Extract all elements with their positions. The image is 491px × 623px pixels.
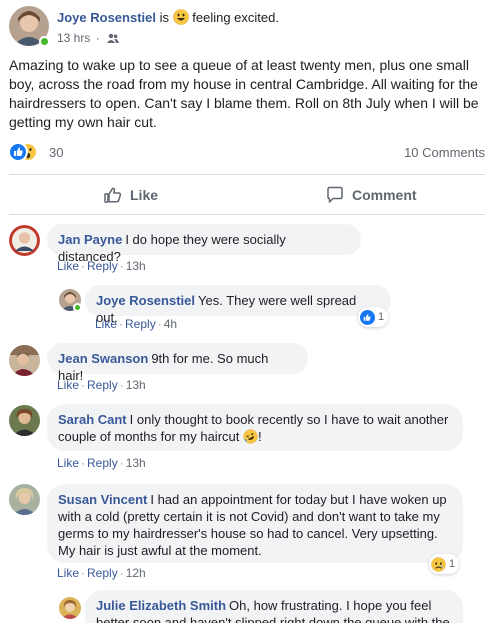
- commenter-avatar[interactable]: [9, 484, 40, 515]
- commenter-avatar[interactable]: [9, 225, 40, 256]
- online-status-dot: [73, 303, 82, 312]
- comment-reply-link[interactable]: Reply: [87, 378, 118, 392]
- post-time[interactable]: 13 hrs: [57, 31, 90, 45]
- sad-reaction-icon: [431, 556, 446, 572]
- comment-reaction-badge[interactable]: 1: [429, 554, 460, 574]
- comment-actions: Like · Reply · 13h: [57, 456, 146, 470]
- comment-button[interactable]: Comment: [325, 180, 417, 210]
- comment-reply-link[interactable]: Reply: [87, 566, 118, 580]
- thumbs-up-icon: [104, 187, 122, 203]
- comment-reply-link[interactable]: Reply: [87, 456, 118, 470]
- comment-like-link[interactable]: Like: [95, 317, 117, 331]
- divider-bottom: [9, 214, 485, 215]
- online-status-dot: [39, 36, 50, 47]
- reactions-bar: 30 10 Comments: [8, 140, 485, 164]
- like-reaction-icon: [360, 309, 375, 325]
- comment-actions: Like · Reply · 13h: [57, 259, 146, 273]
- comment-reaction-count: 1: [449, 558, 456, 570]
- post-author-line: Joye Rosenstiel is feeling excited.: [57, 9, 279, 25]
- comment-time[interactable]: 13h: [126, 378, 146, 392]
- comment-time[interactable]: 12h: [126, 566, 146, 580]
- comment-time[interactable]: 4h: [164, 317, 177, 331]
- comment-bubble: Jean Swanson 9th for me. So much hair!: [47, 343, 308, 383]
- comment-text-end: !: [257, 429, 262, 444]
- comment-reaction-badge[interactable]: 1: [358, 307, 389, 327]
- comment-bubble: Sarah Cant I only thought to book recentl…: [47, 404, 463, 451]
- like-button[interactable]: Like: [103, 180, 158, 210]
- commenter-name[interactable]: Julie Elizabeth Smith: [96, 598, 226, 613]
- reaction-count[interactable]: 30: [49, 145, 63, 160]
- comment-bubble: Joye Rosenstiel Yes. They were well sprea…: [85, 285, 391, 325]
- comment-like-link[interactable]: Like: [57, 378, 79, 392]
- post-body-text: Amazing to wake up to see a queue of at …: [9, 57, 479, 130]
- commenter-avatar[interactable]: [9, 345, 40, 376]
- commenter-name[interactable]: Joye Rosenstiel: [96, 293, 195, 308]
- comment-bubble: Julie Elizabeth Smith Oh, how frustrating…: [85, 590, 463, 623]
- post-author-name[interactable]: Joye Rosenstiel: [57, 10, 156, 25]
- comment-button-label: Comment: [352, 187, 417, 203]
- comment-like-link[interactable]: Like: [57, 259, 79, 273]
- is-word: is: [159, 10, 170, 25]
- comment-like-link[interactable]: Like: [57, 566, 79, 580]
- comment-actions: Like · Reply · 12h: [57, 566, 146, 580]
- comment-actions: Like · Reply · 13h: [57, 378, 146, 392]
- comment-actions: Like · Reply · 4h: [95, 317, 178, 331]
- comment-icon: [327, 186, 343, 203]
- post-header: Joye Rosenstiel is feeling excited. 13 h…: [9, 6, 484, 50]
- comment-time[interactable]: 13h: [126, 456, 146, 470]
- excited-emoji-icon: [172, 9, 189, 25]
- commenter-name[interactable]: Sarah Cant: [58, 412, 127, 427]
- post-meta: 13 hrs ·: [57, 31, 120, 45]
- commenter-name[interactable]: Jan Payne: [58, 232, 122, 247]
- comment-bubble: Jan Payne I do hope they were socially di…: [47, 224, 361, 264]
- comment-reply-link[interactable]: Reply: [87, 259, 118, 273]
- comment-reaction-count: 1: [378, 311, 385, 323]
- comment-time[interactable]: 13h: [126, 259, 146, 273]
- friends-icon[interactable]: [107, 32, 120, 43]
- commenter-name[interactable]: Susan Vincent: [58, 492, 147, 507]
- reaction-icons[interactable]: [8, 142, 49, 162]
- comment-reply-link[interactable]: Reply: [125, 317, 156, 331]
- divider-top: [9, 174, 485, 175]
- commenter-avatar[interactable]: [59, 597, 81, 619]
- comment-bubble: Susan Vincent I had an appointment for to…: [47, 484, 463, 563]
- commenter-name[interactable]: Jean Swanson: [58, 351, 148, 366]
- rofl-emoji-icon: [243, 429, 258, 444]
- like-button-label: Like: [130, 187, 159, 203]
- feeling-text: feeling excited.: [192, 10, 279, 25]
- comment-like-link[interactable]: Like: [57, 456, 79, 470]
- commenter-avatar[interactable]: [9, 405, 40, 436]
- comments-count-link[interactable]: 10 Comments: [404, 145, 485, 160]
